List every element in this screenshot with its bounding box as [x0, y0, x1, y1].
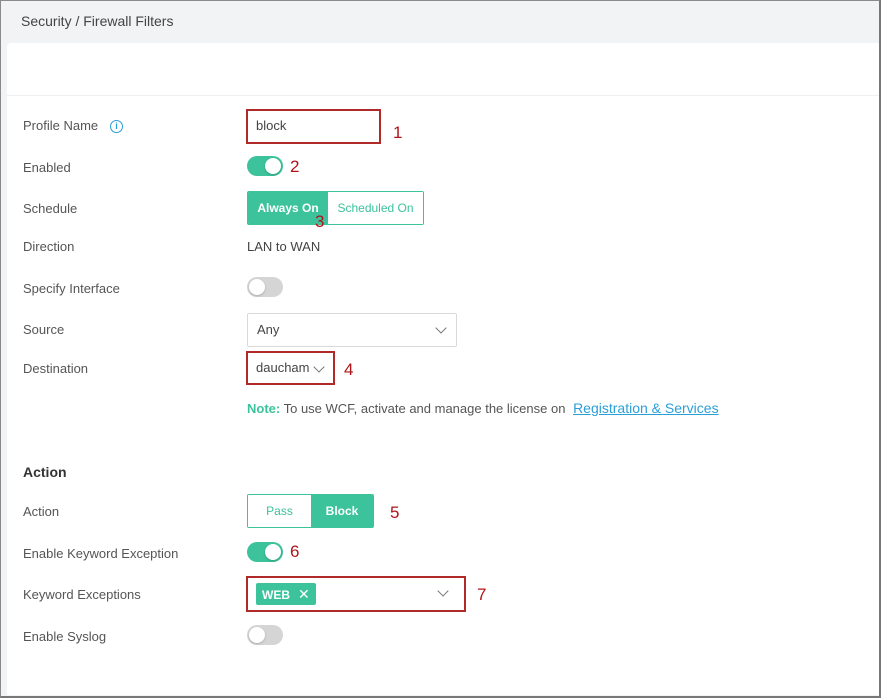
enabled-label: Enabled — [23, 160, 71, 175]
syslog-label: Enable Syslog — [23, 629, 107, 644]
panel-divider — [7, 95, 879, 96]
action-block-button[interactable]: Block — [311, 495, 373, 527]
direction-label: Direction — [23, 239, 75, 254]
schedule-segmented-control: Always On Scheduled On — [247, 191, 424, 225]
profile-name-label: Profile Name — [23, 118, 99, 133]
toggle-knob — [249, 627, 265, 643]
window-frame: Security / Firewall Filters Profile Name… — [0, 0, 881, 698]
keyword-exceptions-label: Keyword Exceptions — [23, 587, 141, 602]
form-panel: Profile Name i block 1 Enabled 2 Schedul… — [7, 43, 879, 695]
toggle-knob — [265, 544, 281, 560]
annotation-number-2: 2 — [290, 157, 300, 176]
note-label: Note: — [247, 401, 281, 416]
annotation-number-3: 3 — [315, 212, 325, 231]
action-segmented-control: Pass Block — [247, 494, 374, 528]
schedule-scheduled-on-button[interactable]: Scheduled On — [328, 192, 423, 224]
registration-services-link[interactable]: Registration & Services — [573, 400, 719, 416]
info-icon[interactable]: i — [110, 120, 123, 133]
annotation-box-4 — [246, 351, 335, 385]
annotation-number-5: 5 — [390, 503, 400, 522]
breadcrumb: Security / Firewall Filters — [21, 13, 174, 29]
annotation-number-6: 6 — [290, 542, 300, 561]
toggle-knob — [249, 279, 265, 295]
specify-interface-toggle[interactable] — [247, 277, 283, 297]
note-text: To use WCF, activate and manage the lice… — [283, 401, 566, 416]
source-select-value: Any — [257, 322, 280, 337]
wcf-note: Note: To use WCF, activate and manage th… — [247, 400, 719, 416]
annotation-box-7 — [246, 576, 466, 612]
specify-interface-label: Specify Interface — [23, 281, 120, 296]
annotation-number-4: 4 — [344, 360, 354, 379]
syslog-toggle[interactable] — [247, 625, 283, 645]
action-label: Action — [23, 504, 60, 519]
source-label: Source — [23, 322, 65, 337]
source-select[interactable]: Any — [247, 313, 457, 347]
action-pass-button[interactable]: Pass — [248, 495, 311, 527]
action-section-title: Action — [23, 464, 67, 480]
toggle-knob — [265, 158, 281, 174]
keyword-exception-label: Enable Keyword Exception — [23, 546, 179, 561]
direction-value: LAN to WAN — [247, 239, 321, 254]
schedule-label: Schedule — [23, 201, 78, 216]
annotation-box-1 — [246, 109, 381, 144]
annotation-number-1: 1 — [393, 123, 403, 142]
keyword-exception-toggle[interactable] — [247, 542, 283, 562]
enabled-toggle[interactable] — [247, 156, 283, 176]
destination-label: Destination — [23, 361, 89, 376]
annotation-number-7: 7 — [477, 585, 487, 604]
